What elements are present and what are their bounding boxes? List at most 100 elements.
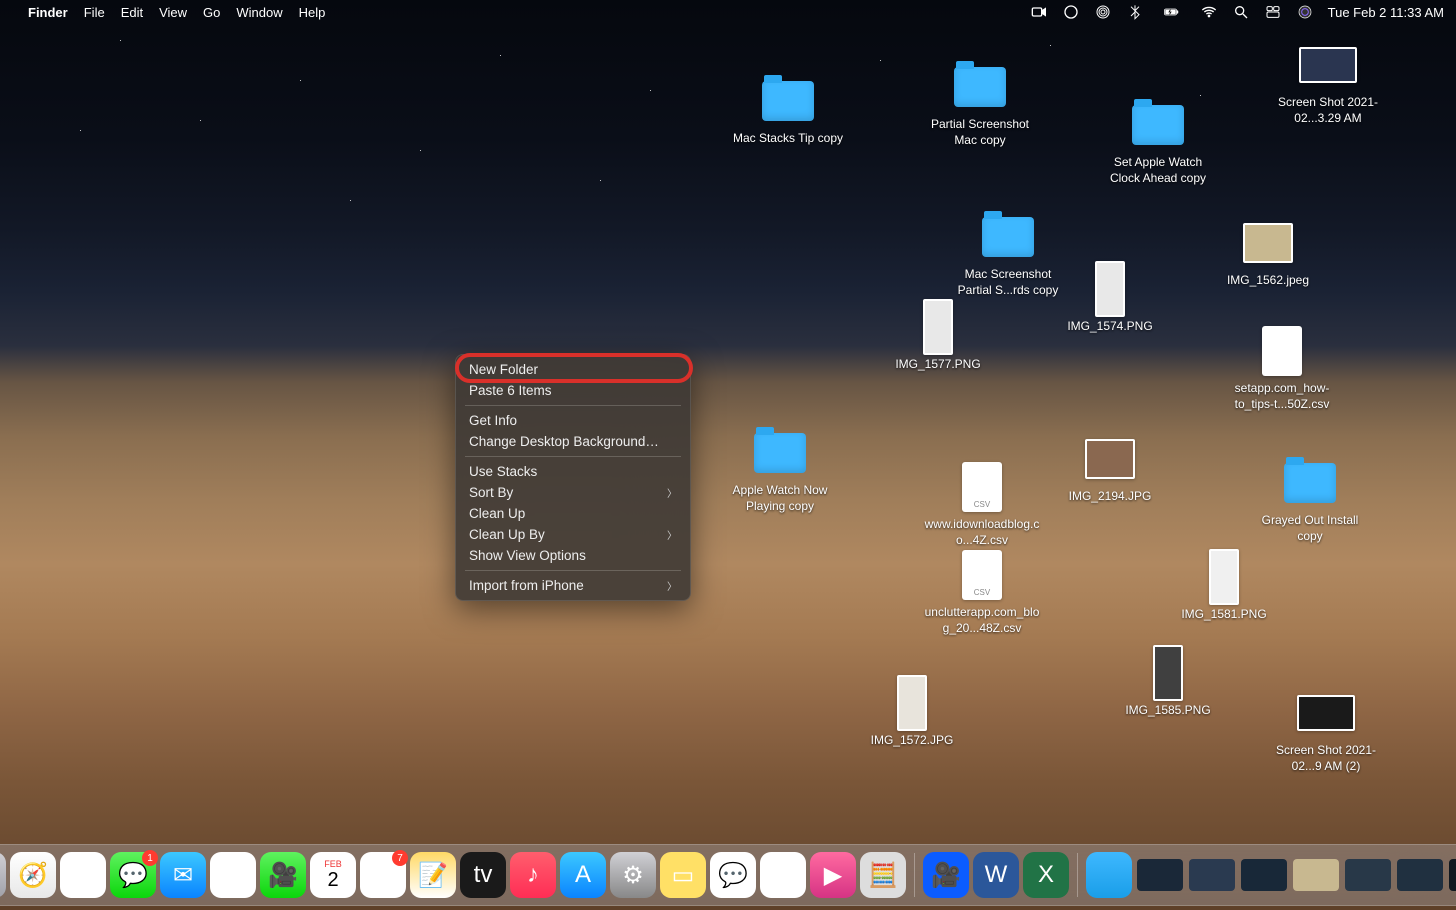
desktop-item[interactable]: CSVunclutterapp.com_blog_20...48Z.csv (922, 550, 1042, 636)
cleanapp-icon: ▶ (824, 861, 842, 890)
dock-minimized-window[interactable] (1397, 859, 1443, 891)
desktop-item[interactable]: IMG_1577.PNG (878, 302, 998, 373)
desktop-item-label: Grayed Out Install copy (1250, 513, 1370, 544)
slack-icon: ⁂ (771, 861, 795, 890)
menubar: Finder File Edit View Go Window Help Tue… (0, 0, 1456, 24)
dock-minimized-window[interactable] (1449, 859, 1456, 891)
dock-app-zoom[interactable]: 🎥 (923, 852, 969, 898)
folder-icon (758, 76, 818, 126)
desktop-item-label: IMG_1585.PNG (1123, 703, 1212, 719)
folder-icon (950, 62, 1010, 112)
dock-minimized-window[interactable] (1241, 859, 1287, 891)
badge: 1 (142, 850, 158, 866)
dock-app-photos[interactable]: ❀ (210, 852, 256, 898)
dock-app-word[interactable]: W (973, 852, 1019, 898)
desktop-item[interactable]: Grayed Out Install copy (1250, 458, 1370, 544)
csv-file-icon: CSV (952, 462, 1012, 512)
context-menu-item-clean-up-by[interactable]: Clean Up By〉 (455, 524, 691, 545)
siri-icon[interactable] (1296, 3, 1314, 21)
desktop-item[interactable]: IMG_1574.PNG (1050, 264, 1170, 335)
dock-app-messenger[interactable]: 💬 (710, 852, 756, 898)
context-menu-item-change-desktop-background[interactable]: Change Desktop Background… (455, 431, 691, 452)
control-center-icon[interactable] (1264, 3, 1282, 21)
dock-minimized-window[interactable] (1137, 859, 1183, 891)
dock-app-calculator[interactable]: 🧮 (860, 852, 906, 898)
bluetooth-icon[interactable] (1126, 3, 1144, 21)
image-file-icon (882, 678, 942, 728)
desktop-item[interactable]: Screen Shot 2021-02...9 AM (2) (1266, 688, 1386, 774)
dock-app-slack[interactable]: ⁂ (760, 852, 806, 898)
menu-window[interactable]: Window (236, 5, 282, 20)
messages-icon: 💬 (118, 861, 148, 890)
settings-icon: ⚙ (622, 861, 644, 890)
desktop-item[interactable]: IMG_2194.JPG (1050, 434, 1170, 505)
dock-app-stickies[interactable]: ▭ (660, 852, 706, 898)
calculator-icon: 🧮 (868, 861, 898, 890)
desktop-item[interactable]: Set Apple Watch Clock Ahead copy (1098, 100, 1218, 186)
dock-app-mail[interactable]: ✉ (160, 852, 206, 898)
context-menu-item-show-view-options[interactable]: Show View Options (455, 545, 691, 566)
facetime-status-icon[interactable] (1030, 3, 1048, 21)
word-icon: W (985, 861, 1008, 889)
dock-app-appstore[interactable]: A (560, 852, 606, 898)
dock-app-excel[interactable]: X (1023, 852, 1069, 898)
desktop-item[interactable]: setapp.com_how-to_tips-t...50Z.csv (1222, 326, 1342, 412)
desktop-item[interactable]: Partial Screenshot Mac copy (920, 62, 1040, 148)
dock-downloads-folder[interactable] (1086, 852, 1132, 898)
dock-app-calendar[interactable]: FEB2 (310, 852, 356, 898)
dock-app-messages[interactable]: 💬1 (110, 852, 156, 898)
menu-edit[interactable]: Edit (121, 5, 143, 20)
desktop-item[interactable]: CSVwww.idownloadblog.co...4Z.csv (922, 462, 1042, 548)
facetime-icon: 🎥 (268, 861, 298, 890)
creative-cloud-icon[interactable] (1062, 3, 1080, 21)
dock-minimized-window[interactable] (1293, 859, 1339, 891)
menu-go[interactable]: Go (203, 5, 220, 20)
dock-minimized-window[interactable] (1189, 859, 1235, 891)
context-menu-label: Sort By (469, 485, 513, 500)
context-menu-separator (465, 570, 681, 571)
dock-separator (914, 853, 915, 897)
desktop-icons-area[interactable]: Mac Stacks Tip copy Partial Screenshot Ma… (0, 0, 1456, 910)
dock-app-tv[interactable]: tv (460, 852, 506, 898)
desktop-item[interactable]: Apple Watch Now Playing copy (720, 428, 840, 514)
image-file-icon (1296, 688, 1356, 738)
datetime[interactable]: Tue Feb 2 11:33 AM (1328, 5, 1444, 20)
battery-icon[interactable] (1158, 3, 1186, 21)
menu-file[interactable]: File (84, 5, 105, 20)
context-menu-label: New Folder (469, 362, 538, 377)
context-menu-item-paste-6-items[interactable]: Paste 6 Items (455, 380, 691, 401)
dock-app-facetime[interactable]: 🎥 (260, 852, 306, 898)
dock-minimized-window[interactable] (1345, 859, 1391, 891)
context-menu-item-new-folder[interactable]: New Folder (455, 359, 691, 380)
context-menu-item-get-info[interactable]: Get Info (455, 410, 691, 431)
dock-app-notes[interactable]: 📝 (410, 852, 456, 898)
dock-app-settings[interactable]: ⚙ (610, 852, 656, 898)
desktop-item[interactable]: IMG_1585.PNG (1108, 648, 1228, 719)
desktop-item[interactable]: IMG_1581.PNG (1164, 552, 1284, 623)
dock-app-launchpad[interactable]: ⊞ (0, 852, 6, 898)
dock-app-cleanapp[interactable]: ▶ (810, 852, 856, 898)
desktop-item[interactable]: IMG_1572.JPG (852, 678, 972, 749)
dock-app-safari[interactable]: 🧭 (10, 852, 56, 898)
wifi-icon[interactable] (1200, 3, 1218, 21)
chevron-right-icon: 〉 (667, 578, 677, 593)
menu-view[interactable]: View (159, 5, 187, 20)
photos-icon: ❀ (223, 861, 243, 890)
menu-help[interactable]: Help (299, 5, 326, 20)
context-menu-item-clean-up[interactable]: Clean Up (455, 503, 691, 524)
context-menu-item-use-stacks[interactable]: Use Stacks (455, 461, 691, 482)
context-menu-item-import-from-iphone[interactable]: Import from iPhone〉 (455, 575, 691, 596)
folder-icon (978, 212, 1038, 262)
spotlight-icon[interactable] (1232, 3, 1250, 21)
context-menu: New Folder Paste 6 Items Get InfoChange De… (455, 354, 691, 601)
context-menu-item-sort-by[interactable]: Sort By〉 (455, 482, 691, 503)
dock-app-chrome[interactable]: ◉ (60, 852, 106, 898)
dock-app-reminders[interactable]: ☰7 (360, 852, 406, 898)
desktop-item[interactable]: Mac Stacks Tip copy (728, 76, 848, 147)
desktop-item-label: Screen Shot 2021-02...9 AM (2) (1266, 743, 1386, 774)
airplay-icon[interactable] (1094, 3, 1112, 21)
desktop-item[interactable]: Screen Shot 2021-02...3.29 AM (1268, 40, 1388, 126)
desktop-item[interactable]: IMG_1562.jpeg (1208, 218, 1328, 289)
dock-app-music[interactable]: ♪ (510, 852, 556, 898)
app-name[interactable]: Finder (28, 5, 68, 20)
